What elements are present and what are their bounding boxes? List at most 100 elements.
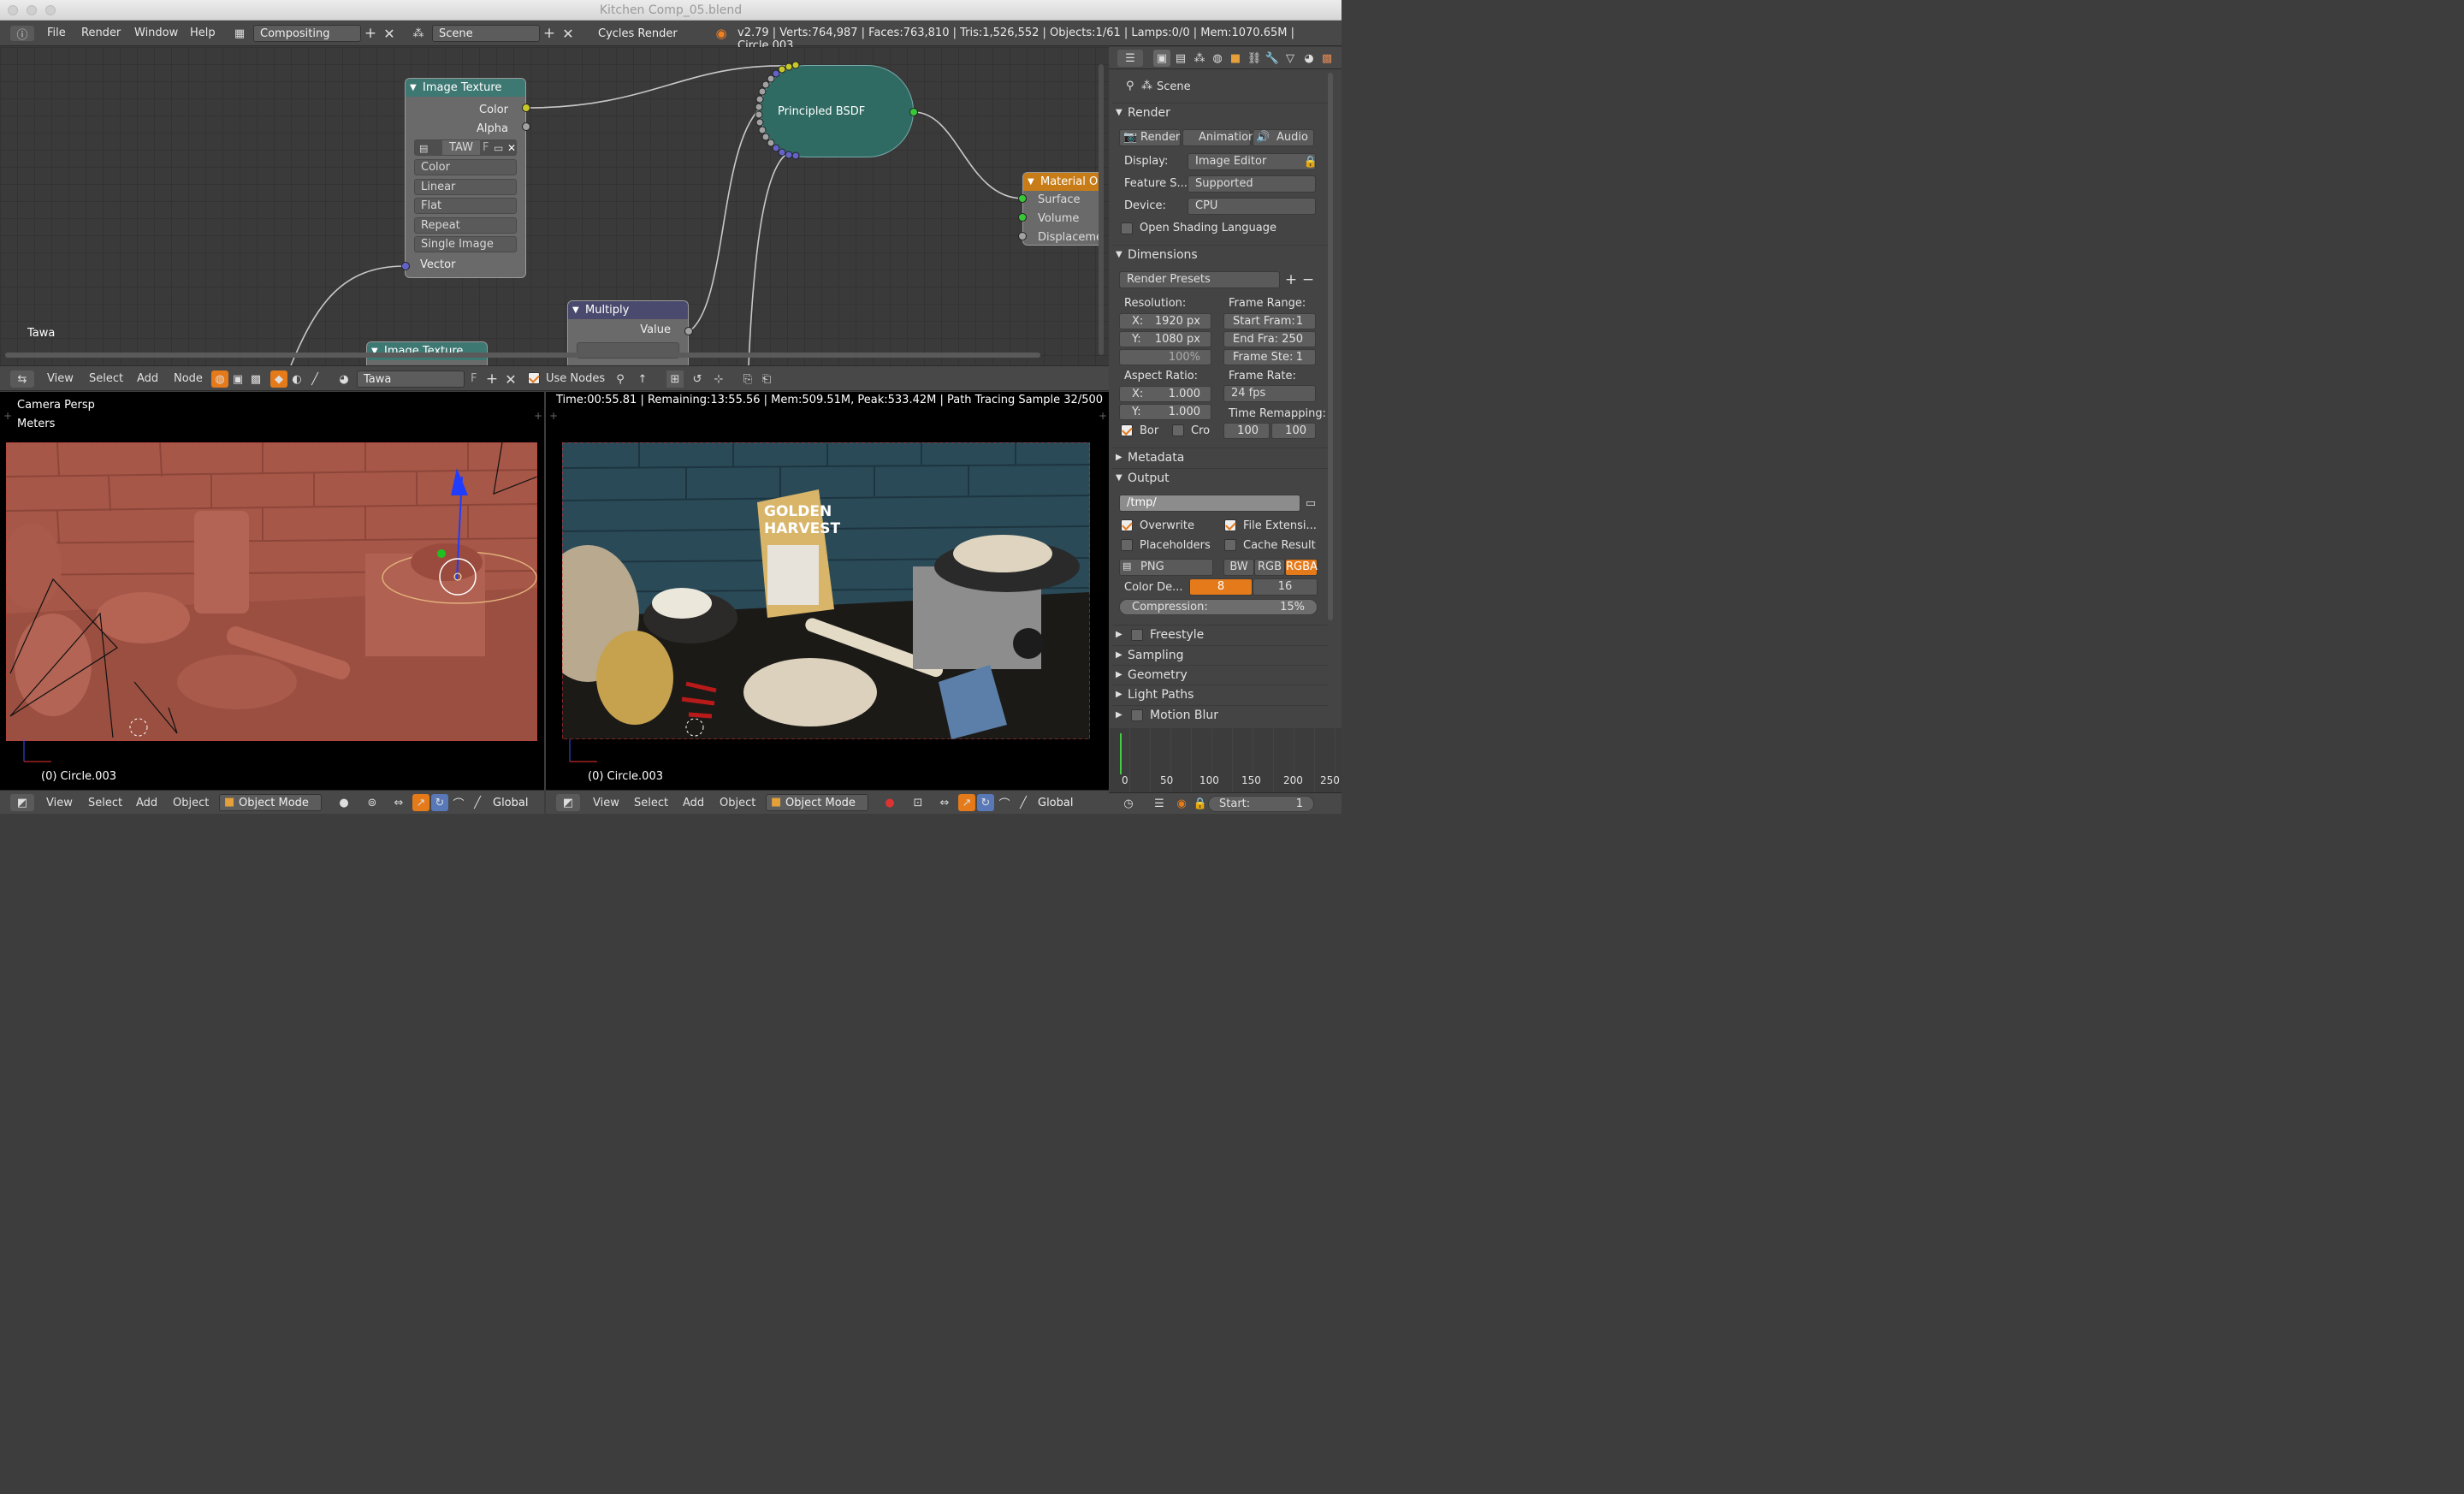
- timeline-menu-icon[interactable]: ☰: [1152, 795, 1167, 812]
- transform-orient-icon[interactable]: ╱: [469, 794, 486, 811]
- remap-old-field[interactable]: 100: [1223, 423, 1270, 439]
- close-window-button[interactable]: [8, 5, 18, 15]
- keying-icon[interactable]: ◉: [1174, 795, 1189, 812]
- node-menu-view[interactable]: View: [47, 372, 74, 385]
- layout-field[interactable]: Compositing: [253, 25, 361, 42]
- add-preset-icon[interactable]: +: [1284, 271, 1298, 288]
- viewport-3d-left[interactable]: Camera Persp Meters (0) Circle.003 + +: [0, 392, 544, 790]
- shader-nodes-icon[interactable]: ◍: [211, 371, 228, 388]
- lock-interface-icon[interactable]: 🔒: [1302, 153, 1319, 170]
- pivot-icon-2[interactable]: ⊡: [909, 794, 927, 811]
- pivot-icon[interactable]: ⊚: [364, 794, 381, 811]
- snap-icon[interactable]: ↺: [689, 371, 706, 388]
- material-fake-user[interactable]: F: [471, 372, 477, 385]
- copy-nodes-icon[interactable]: ⎘: [739, 371, 756, 388]
- scale-icon[interactable]: ⌒: [450, 794, 467, 811]
- add-layout-icon[interactable]: +: [364, 25, 377, 42]
- pin-icon[interactable]: ⚲: [612, 371, 629, 388]
- metadata-panel-header[interactable]: ▶ Metadata: [1112, 448, 1328, 466]
- node-editor-vscroll[interactable]: [1099, 64, 1104, 355]
- aspect-x-field[interactable]: X: 1.000: [1119, 386, 1211, 402]
- timeline-editor-type-icon[interactable]: ◷: [1119, 795, 1138, 812]
- minimize-window-button[interactable]: [27, 5, 37, 15]
- frame-start-field[interactable]: Start Fram: 1: [1223, 313, 1316, 329]
- render-presets-select[interactable]: Render Presets: [1119, 271, 1280, 288]
- rgb-button[interactable]: RGB: [1254, 559, 1285, 576]
- image-name-field[interactable]: TAW: [442, 140, 480, 155]
- paste-nodes-icon[interactable]: ⎗: [758, 371, 775, 388]
- scale-icon-2[interactable]: ⌒: [996, 794, 1013, 811]
- scene-field[interactable]: Scene: [432, 25, 540, 42]
- geometry-panel-header[interactable]: ▶ Geometry: [1112, 665, 1328, 684]
- transform-orient-icon-2[interactable]: ╱: [1015, 794, 1032, 811]
- menu-file[interactable]: File: [47, 27, 66, 39]
- vp-menu-object[interactable]: Object: [173, 797, 209, 809]
- extension-select[interactable]: Repeat: [414, 217, 517, 234]
- bsdf-output-socket[interactable]: [909, 108, 918, 116]
- shading-icon[interactable]: ●: [332, 794, 356, 811]
- multiply-output-socket[interactable]: [684, 327, 693, 335]
- compression-slider[interactable]: Compression: 15%: [1119, 599, 1318, 615]
- border-checkbox[interactable]: [1121, 424, 1133, 436]
- viewport-editor-type-icon-2[interactable]: ◩: [556, 794, 580, 811]
- material-output-node[interactable]: ▼ Material O Surface Volume Displaceme: [1022, 172, 1099, 246]
- parent-node-icon[interactable]: ↑: [634, 371, 651, 388]
- menu-help[interactable]: Help: [190, 27, 216, 39]
- vp2-menu-select[interactable]: Select: [634, 797, 668, 809]
- node-menu-select[interactable]: Select: [89, 372, 123, 385]
- volume-input-socket[interactable]: [1018, 213, 1027, 222]
- output-panel-header[interactable]: ▼ Output: [1112, 468, 1328, 487]
- resolution-x-field[interactable]: X: 1920 px: [1119, 313, 1211, 329]
- source-select[interactable]: Single Image: [414, 236, 517, 252]
- world-shader-icon[interactable]: ◐: [288, 371, 305, 388]
- color-output-socket[interactable]: [522, 104, 530, 112]
- texture-nodes-icon[interactable]: ▩: [247, 371, 264, 388]
- texture-tab-icon[interactable]: ▩: [1318, 50, 1336, 67]
- feature-set-select[interactable]: Supported: [1188, 175, 1316, 193]
- manipulator-icon-2[interactable]: ⇔: [936, 794, 953, 811]
- aspect-y-field[interactable]: Y: 1.000: [1119, 404, 1211, 420]
- region-toggle-plus-2[interactable]: +: [549, 410, 558, 422]
- object-shader-icon[interactable]: ◆: [270, 371, 287, 388]
- vp2-menu-view[interactable]: View: [593, 797, 619, 809]
- orientation-select[interactable]: Global: [486, 794, 542, 811]
- manipulator-icon[interactable]: ⇔: [390, 794, 407, 811]
- snap-element-icon[interactable]: ⊹: [710, 371, 727, 388]
- layout-icon[interactable]: ▦: [227, 25, 252, 42]
- color-depth-16-button[interactable]: 16: [1253, 578, 1318, 596]
- sampling-panel-header[interactable]: ▶ Sampling: [1112, 645, 1328, 664]
- vector-input-socket[interactable]: [401, 262, 410, 270]
- frame-step-field[interactable]: Frame Ste: 1: [1223, 349, 1316, 365]
- resolution-y-field[interactable]: Y: 1080 px: [1119, 331, 1211, 347]
- vp-menu-view[interactable]: View: [46, 797, 73, 809]
- translate-icon[interactable]: ↗: [412, 794, 429, 811]
- scene-icon[interactable]: ⁂: [406, 25, 431, 42]
- unlink-material-icon[interactable]: ✕: [504, 371, 518, 388]
- vp2-menu-object[interactable]: Object: [720, 797, 755, 809]
- start-frame-field[interactable]: Start: 1: [1208, 796, 1314, 812]
- modifiers-tab-icon[interactable]: 🔧: [1264, 50, 1281, 67]
- crop-checkbox[interactable]: [1172, 424, 1184, 436]
- orientation-select-2[interactable]: Global: [1031, 794, 1096, 811]
- region-toggle-plus[interactable]: +: [3, 410, 12, 422]
- material-tab-icon[interactable]: ◕: [1300, 50, 1318, 67]
- color-space-select[interactable]: Color: [414, 159, 517, 175]
- image-datablock[interactable]: ▤ TAW F ▭ ✕: [414, 139, 517, 156]
- vp2-menu-add[interactable]: Add: [683, 797, 704, 809]
- node-editor[interactable]: ▼ Image Texture Color Alpha ▤ TAW F ▭ ✕ C…: [0, 47, 1109, 365]
- file-format-select[interactable]: PNG: [1119, 559, 1213, 576]
- render-layers-tab-icon[interactable]: ▤: [1172, 50, 1189, 67]
- compositing-nodes-icon[interactable]: ▣: [229, 371, 246, 388]
- pin-context-icon[interactable]: ⚲: [1126, 80, 1134, 92]
- delete-layout-icon[interactable]: ✕: [382, 25, 396, 42]
- unlink-image-icon[interactable]: ✕: [507, 140, 516, 156]
- linestyle-shader-icon[interactable]: ╱: [306, 371, 323, 388]
- world-tab-icon[interactable]: ◍: [1209, 50, 1226, 67]
- constraints-tab-icon[interactable]: ⛓: [1246, 50, 1263, 67]
- scene-tab-icon[interactable]: ⁂: [1191, 50, 1208, 67]
- object-tab-icon[interactable]: ■: [1227, 50, 1244, 67]
- image-browse-icon[interactable]: ▤: [419, 141, 428, 157]
- render-panel-header[interactable]: ▼ Render: [1112, 103, 1328, 122]
- timeline-lock-icon[interactable]: 🔒: [1193, 795, 1208, 812]
- surface-input-socket[interactable]: [1018, 194, 1027, 203]
